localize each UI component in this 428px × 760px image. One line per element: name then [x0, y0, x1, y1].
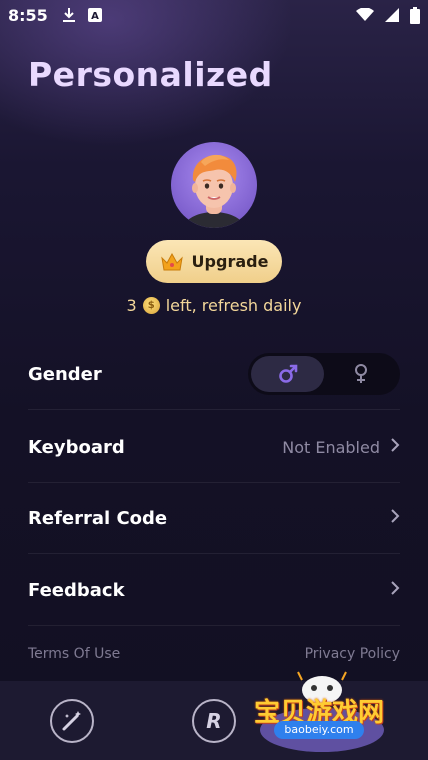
chevron-right-icon: [390, 437, 400, 458]
referral-code-label: Referral Code: [28, 507, 168, 529]
keyboard-label: Keyboard: [28, 436, 125, 458]
r-logo-icon: R: [201, 708, 227, 734]
battery-icon: [410, 6, 420, 24]
avatar[interactable]: [171, 142, 257, 228]
feedback-row[interactable]: Feedback: [28, 555, 400, 626]
gender-female-option[interactable]: [324, 356, 397, 392]
svg-text:A: A: [91, 11, 99, 22]
footer-links: Terms Of Use Privacy Policy: [28, 646, 400, 662]
keyboard-row[interactable]: Keyboard Not Enabled: [28, 412, 400, 483]
gender-row: Gender: [28, 339, 400, 410]
chevron-right-icon: [390, 580, 400, 601]
status-bar: 8:55 A: [0, 0, 428, 30]
signal-icon: [384, 7, 400, 23]
upgrade-button[interactable]: Upgrade: [146, 240, 282, 283]
female-icon: [352, 363, 370, 385]
wifi-icon: [356, 8, 374, 22]
chevron-right-icon: [390, 508, 400, 529]
page-title: Personalized: [28, 55, 273, 94]
nav-create-button[interactable]: [50, 699, 94, 743]
coin-icon: $: [142, 297, 160, 314]
status-time: 8:55: [8, 5, 48, 25]
magic-wand-icon: [59, 708, 85, 734]
upgrade-label: Upgrade: [191, 252, 269, 271]
gender-label: Gender: [28, 363, 102, 385]
crown-icon: [160, 252, 184, 272]
privacy-policy-link[interactable]: Privacy Policy: [305, 646, 400, 662]
feedback-label: Feedback: [28, 579, 125, 601]
keyboard-status: Not Enabled: [282, 437, 380, 457]
terms-of-use-link[interactable]: Terms Of Use: [28, 646, 120, 662]
credits-info: 3 $ left, refresh daily: [0, 296, 428, 315]
credits-count: 3: [126, 296, 137, 315]
male-icon: [277, 363, 299, 385]
download-icon: [62, 7, 76, 23]
avatar-3d-character-icon: [181, 154, 247, 228]
nav-home-button[interactable]: R: [192, 699, 236, 743]
referral-code-row[interactable]: Referral Code: [28, 483, 400, 554]
gender-toggle[interactable]: [248, 353, 400, 395]
credits-suffix: left, refresh daily: [165, 296, 302, 315]
watermark-logo: 宝贝游戏网 baobeiy.com: [252, 670, 402, 755]
watermark-url: baobeiy.com: [274, 721, 364, 739]
gender-male-option[interactable]: [251, 356, 324, 392]
text-a-icon: A: [87, 8, 102, 22]
svg-text:R: R: [206, 709, 221, 733]
